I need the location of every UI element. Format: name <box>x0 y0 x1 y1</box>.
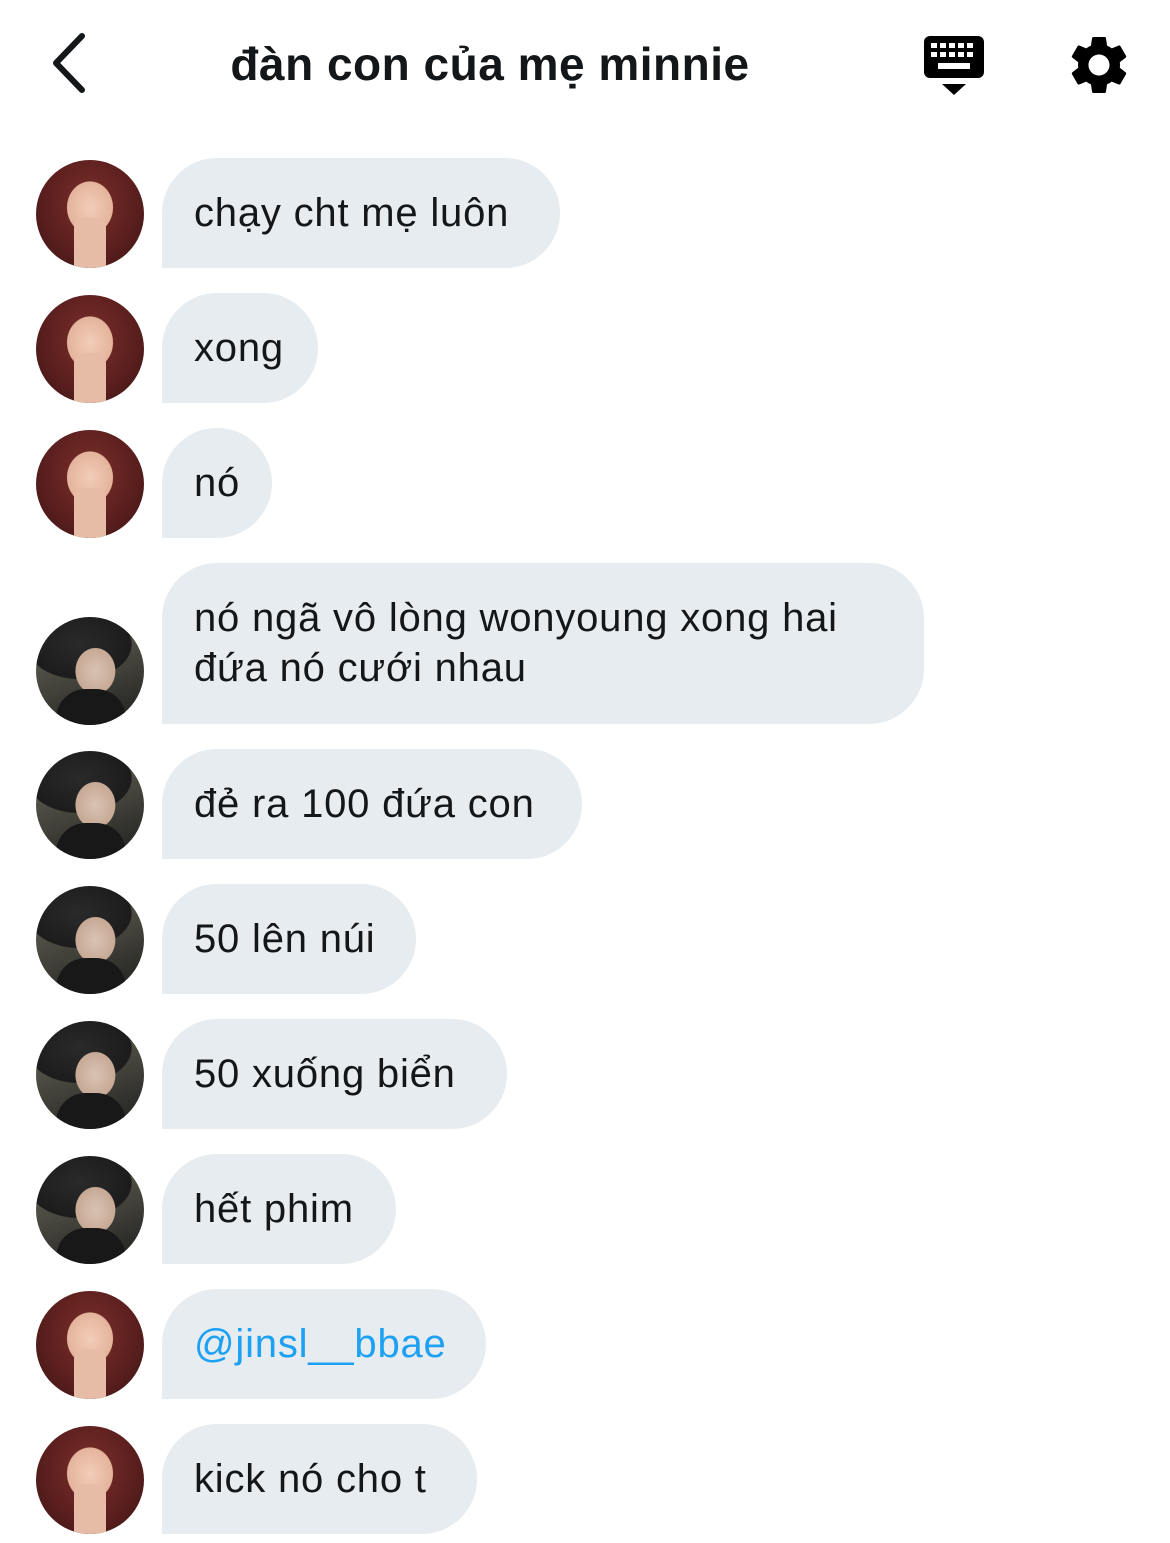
message-row: chạy cht mẹ luôn <box>0 158 1170 268</box>
avatar[interactable] <box>36 1426 144 1534</box>
avatar[interactable] <box>36 617 144 725</box>
message-bubble: @jinsl__bbae <box>162 1289 486 1399</box>
message-row: 50 xuống biển <box>0 1019 1170 1129</box>
message-bubble[interactable]: hết phim <box>162 1154 396 1264</box>
avatar[interactable] <box>36 886 144 994</box>
avatar[interactable] <box>36 295 144 403</box>
message-row: đẻ ra 100 đứa con <box>0 749 1170 859</box>
message-bubble[interactable]: 50 xuống biển <box>162 1019 507 1129</box>
avatar[interactable] <box>36 1156 144 1264</box>
avatar[interactable] <box>36 1021 144 1129</box>
message-bubble[interactable]: kick nó cho t <box>162 1424 477 1534</box>
message-row: xong <box>0 293 1170 403</box>
avatar[interactable] <box>36 160 144 268</box>
message-bubble[interactable]: 50 lên núi <box>162 884 416 994</box>
message-row: nó ngã vô lòng wonyoung xong hai đứa nó … <box>0 563 1170 725</box>
message-row: kick nó cho t <box>0 1424 1170 1534</box>
message-bubble[interactable]: nó <box>162 428 272 538</box>
message-bubble[interactable]: đẻ ra 100 đứa con <box>162 749 582 859</box>
message-list: chạy cht mẹ luôn xong nó nó ngã vô lòng … <box>0 0 1170 1543</box>
message-row: 50 lên núi <box>0 884 1170 994</box>
avatar[interactable] <box>36 751 144 859</box>
message-bubble[interactable]: chạy cht mẹ luôn <box>162 158 560 268</box>
message-row: @jinsl__bbae <box>0 1289 1170 1399</box>
message-row: nó <box>0 428 1170 538</box>
message-bubble[interactable]: xong <box>162 293 318 403</box>
avatar[interactable] <box>36 1291 144 1399</box>
message-bubble[interactable]: nó ngã vô lòng wonyoung xong hai đứa nó … <box>162 563 924 724</box>
mention-link[interactable]: @jinsl__bbae <box>194 1319 447 1369</box>
message-row: hết phim <box>0 1154 1170 1264</box>
avatar[interactable] <box>36 430 144 538</box>
